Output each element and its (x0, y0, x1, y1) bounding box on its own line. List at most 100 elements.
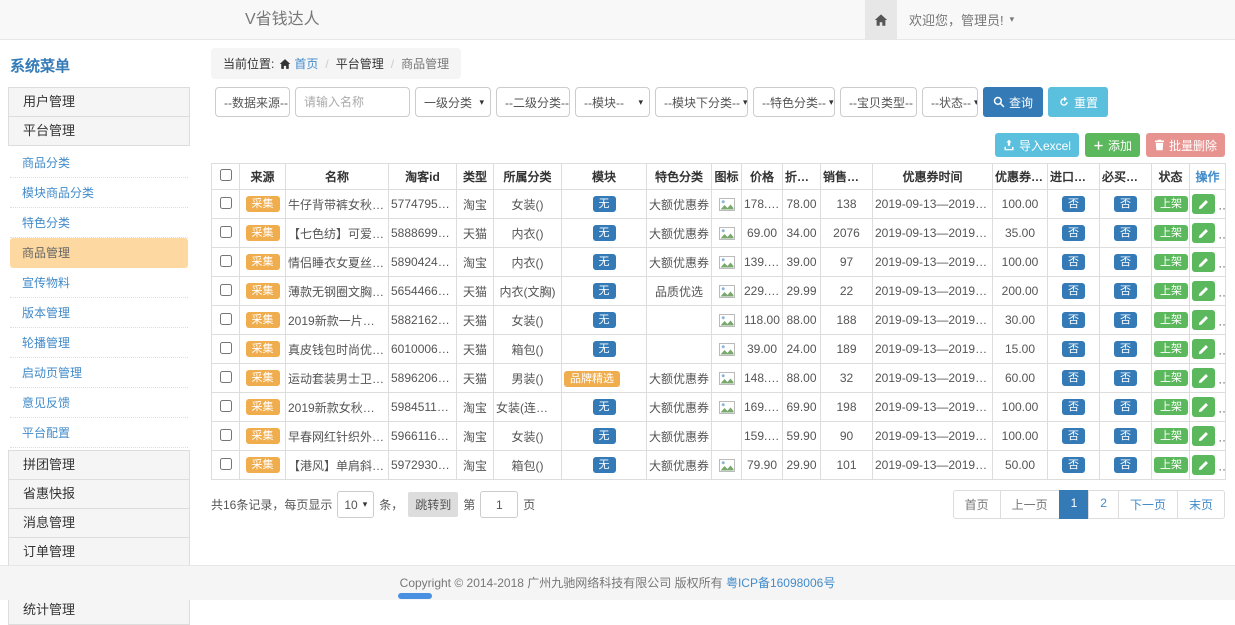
table-header-row: 来源 名称 淘客id 类型 所属分类 模块 特色分类 图标 价格 折后价 销售数… (212, 164, 1226, 190)
row-checkbox[interactable] (220, 284, 232, 296)
must-buy-badge[interactable]: 否 (1114, 196, 1137, 213)
edit-button[interactable] (1192, 194, 1215, 214)
import-select-badge[interactable]: 否 (1062, 196, 1085, 213)
breadcrumb-home-link[interactable]: 首页 (279, 55, 318, 72)
sidebar-item-feature-category[interactable]: 特色分类 (10, 208, 188, 238)
must-buy-badge[interactable]: 否 (1114, 254, 1137, 271)
import-select-badge[interactable]: 否 (1062, 341, 1085, 358)
row-checkbox[interactable] (220, 342, 232, 354)
edit-button[interactable] (1192, 310, 1215, 330)
edit-button[interactable] (1192, 455, 1215, 475)
status-badge[interactable]: 上架 (1154, 254, 1188, 271)
row-checkbox[interactable] (220, 458, 232, 470)
pager-first[interactable]: 首页 (953, 490, 1001, 519)
must-buy-badge[interactable]: 否 (1114, 225, 1137, 242)
import-select-badge[interactable]: 否 (1062, 283, 1085, 300)
status-badge[interactable]: 上架 (1154, 312, 1188, 329)
filter-status-select[interactable]: --状态--▾ (922, 87, 978, 117)
query-button[interactable]: 查询 (983, 87, 1043, 117)
sidebar-item-carousel-management[interactable]: 轮播管理 (10, 328, 188, 358)
status-badge[interactable]: 上架 (1154, 283, 1188, 300)
filter-item-type-select[interactable]: --宝贝类型--▾ (840, 87, 917, 117)
sidebar-item-promo-materials[interactable]: 宣传物料 (10, 268, 188, 298)
status-badge[interactable]: 上架 (1154, 428, 1188, 445)
edit-button[interactable] (1192, 281, 1215, 301)
horizontal-scrollbar-thumb[interactable] (398, 593, 432, 599)
filter-category2-select[interactable]: --二级分类--▾ (496, 87, 570, 117)
must-buy-badge[interactable]: 否 (1114, 399, 1137, 416)
user-menu[interactable]: 欢迎您，管理员! ▾ (897, 0, 1026, 39)
import-select-badge[interactable]: 否 (1062, 428, 1085, 445)
filter-category1-select[interactable]: 一级分类▾ (415, 87, 491, 117)
row-checkbox[interactable] (220, 197, 232, 209)
sidebar-group-user-management[interactable]: 用户管理 (8, 87, 190, 117)
page-size-select[interactable]: 10▾ (337, 491, 374, 518)
must-buy-cell: 否 (1100, 306, 1152, 335)
import-excel-button[interactable]: 导入excel (995, 133, 1079, 157)
status-badge[interactable]: 上架 (1154, 399, 1188, 416)
sidebar-item-goods-management[interactable]: 商品管理 (10, 238, 188, 268)
status-badge[interactable]: 上架 (1154, 370, 1188, 387)
filter-data-source-select[interactable]: --数据来源--▾ (215, 87, 290, 117)
import-select-badge[interactable]: 否 (1062, 254, 1085, 271)
row-checkbox[interactable] (220, 371, 232, 383)
row-checkbox[interactable] (220, 255, 232, 267)
edit-button[interactable] (1192, 252, 1215, 272)
sidebar-group-groupbuy-management[interactable]: 拼团管理 (8, 450, 190, 480)
sidebar-item-feedback[interactable]: 意见反馈 (10, 388, 188, 418)
sidebar-item-platform-config[interactable]: 平台配置 (10, 418, 188, 448)
icp-link[interactable]: 粤ICP备16098006号 (726, 576, 835, 590)
sidebar-item-goods-category[interactable]: 商品分类 (10, 148, 188, 178)
must-buy-badge[interactable]: 否 (1114, 370, 1137, 387)
edit-button[interactable] (1192, 223, 1215, 243)
edit-button[interactable] (1192, 426, 1215, 446)
edit-button[interactable] (1192, 368, 1215, 388)
import-select-badge[interactable]: 否 (1062, 312, 1085, 329)
pager-next[interactable]: 下一页 (1118, 490, 1178, 519)
pager-last[interactable]: 末页 (1177, 490, 1225, 519)
row-checkbox[interactable] (220, 313, 232, 325)
pager-page-1[interactable]: 1 (1059, 490, 1090, 519)
sidebar-item-version-management[interactable]: 版本管理 (10, 298, 188, 328)
sidebar-group-message-management[interactable]: 消息管理 (8, 508, 190, 538)
pager-page-2[interactable]: 2 (1088, 490, 1119, 519)
must-buy-badge[interactable]: 否 (1114, 341, 1137, 358)
jump-page-input[interactable] (480, 491, 518, 518)
sidebar-group-order-management[interactable]: 订单管理 (8, 537, 190, 567)
row-checkbox[interactable] (220, 226, 232, 238)
import-select-badge[interactable]: 否 (1062, 399, 1085, 416)
sidebar-item-module-goods-category[interactable]: 模块商品分类 (10, 178, 188, 208)
select-all-checkbox[interactable] (220, 169, 232, 181)
row-checkbox[interactable] (220, 429, 232, 441)
add-button[interactable]: 添加 (1085, 133, 1140, 157)
home-nav-button[interactable] (865, 0, 897, 39)
sidebar-group-express-news[interactable]: 省惠快报 (8, 479, 190, 509)
reset-button[interactable]: 重置 (1048, 87, 1108, 117)
must-buy-badge[interactable]: 否 (1114, 312, 1137, 329)
filter-name-input[interactable] (295, 87, 410, 117)
sidebar-group-platform-management[interactable]: 平台管理 (8, 116, 190, 146)
category-cell: 女装() (494, 190, 562, 219)
must-buy-badge[interactable]: 否 (1114, 457, 1137, 474)
edit-button[interactable] (1192, 397, 1215, 417)
import-select-badge[interactable]: 否 (1062, 225, 1085, 242)
row-checkbox[interactable] (220, 400, 232, 412)
jump-button[interactable]: 跳转到 (408, 492, 458, 517)
must-buy-badge[interactable]: 否 (1114, 283, 1137, 300)
must-buy-badge[interactable]: 否 (1114, 428, 1137, 445)
status-badge[interactable]: 上架 (1154, 457, 1188, 474)
filter-module-sub-select[interactable]: --模块下分类--▾ (655, 87, 748, 117)
import-select-badge[interactable]: 否 (1062, 370, 1085, 387)
edit-button[interactable] (1192, 339, 1215, 359)
status-badge[interactable]: 上架 (1154, 225, 1188, 242)
filter-module-select[interactable]: --模块--▾ (575, 87, 650, 117)
sidebar-item-splash-page-management[interactable]: 启动页管理 (10, 358, 188, 388)
status-badge[interactable]: 上架 (1154, 196, 1188, 213)
batch-delete-button[interactable]: 批量删除 (1146, 133, 1225, 157)
import-select-badge[interactable]: 否 (1062, 457, 1085, 474)
pager-prev[interactable]: 上一页 (1000, 490, 1060, 519)
product-image-icon (719, 371, 735, 385)
status-badge[interactable]: 上架 (1154, 341, 1188, 358)
filter-feature-select[interactable]: --特色分类--▾ (753, 87, 835, 117)
brand-link[interactable]: V省钱达人 (245, 0, 320, 39)
